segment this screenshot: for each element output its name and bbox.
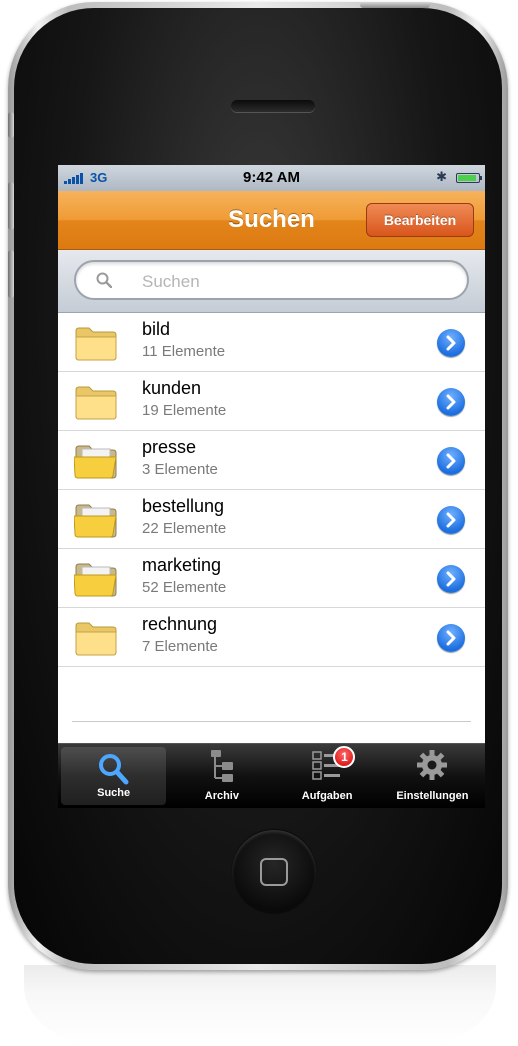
list-item[interactable]: kunden 19 Elemente — [58, 372, 485, 431]
disclosure-button[interactable] — [437, 565, 465, 593]
notification-badge: 1 — [333, 746, 356, 768]
chevron-right-icon — [446, 630, 456, 646]
disclosure-button[interactable] — [437, 388, 465, 416]
folder-icon — [75, 386, 117, 420]
status-bar: 3G 9:42 AM ✱ — [58, 165, 485, 191]
folder-open-icon — [74, 445, 117, 479]
folder-icon — [75, 622, 117, 656]
folder-open-icon — [74, 563, 117, 597]
list-item[interactable]: marketing 52 Elemente — [58, 549, 485, 608]
list-item[interactable]: rechnung 7 Elemente — [58, 608, 485, 667]
folder-name: bild — [142, 319, 171, 339]
tab-einstellungen[interactable]: Einstellungen — [380, 744, 485, 808]
magnifier-icon — [98, 754, 129, 785]
disclosure-button[interactable] — [437, 624, 465, 652]
folder-name: rechnung — [142, 614, 218, 634]
folder-count: 7 Elemente — [142, 638, 218, 655]
folder-count: 52 Elemente — [142, 579, 227, 596]
folder-open-icon — [74, 504, 117, 538]
search-bar: Suchen — [58, 250, 485, 313]
folder-name: bestellung — [142, 496, 225, 516]
disclosure-button[interactable] — [437, 447, 465, 475]
folder-name: presse — [142, 437, 197, 457]
list-item[interactable]: presse 3 Elemente — [58, 431, 485, 490]
device-reflection — [24, 965, 496, 1046]
list-item[interactable]: bild 11 Elemente — [58, 313, 485, 372]
home-square-icon — [260, 858, 288, 886]
tab-label: Aufgaben — [301, 790, 353, 802]
chevron-right-icon — [446, 335, 456, 351]
edit-button[interactable]: Bearbeiten — [366, 203, 474, 237]
list-item[interactable]: bestellung 22 Elemente — [58, 490, 485, 549]
screen: 3G 9:42 AM ✱ Suchen Bearbeiten Suchen bi… — [58, 165, 485, 808]
chevron-right-icon — [446, 453, 456, 469]
disclosure-button[interactable] — [437, 329, 465, 357]
tab-suche[interactable]: Suche — [61, 747, 167, 805]
gear-icon — [417, 750, 448, 780]
folder-count: 22 Elemente — [142, 520, 227, 537]
tab-label: Archiv — [204, 790, 239, 802]
folder-name: kunden — [142, 378, 202, 398]
folder-list: bild 11 Elemente kunden 19 Elemente pres… — [58, 313, 485, 667]
search-placeholder: Suchen — [142, 272, 200, 291]
bluetooth-icon: ✱ — [436, 169, 447, 184]
tab-aufgaben[interactable]: 1 Aufgaben — [275, 744, 380, 808]
navigation-bar: Suchen Bearbeiten — [58, 191, 485, 250]
archive-tree-icon — [210, 750, 233, 782]
chevron-right-icon — [446, 394, 456, 410]
status-time: 9:42 AM — [243, 169, 300, 186]
search-icon — [96, 272, 112, 288]
chevron-right-icon — [446, 571, 456, 587]
folder-name: marketing — [142, 555, 222, 575]
tab-bar: Suche Archiv 1 Aufgaben Einstellungen — [58, 743, 485, 808]
list-divider — [72, 721, 471, 722]
tab-archiv[interactable]: Archiv — [169, 744, 274, 808]
folder-icon — [75, 327, 117, 361]
home-button[interactable] — [232, 830, 316, 914]
battery-icon — [456, 173, 482, 183]
folder-count: 3 Elemente — [142, 461, 218, 478]
tab-label: Einstellungen — [396, 790, 469, 802]
disclosure-button[interactable] — [437, 506, 465, 534]
folder-count: 19 Elemente — [142, 402, 227, 419]
tab-label: Suche — [97, 787, 131, 799]
folder-count: 11 Elemente — [142, 343, 226, 360]
search-input[interactable]: Suchen — [74, 260, 469, 300]
earpiece-speaker — [231, 100, 315, 112]
chevron-right-icon — [446, 512, 456, 528]
